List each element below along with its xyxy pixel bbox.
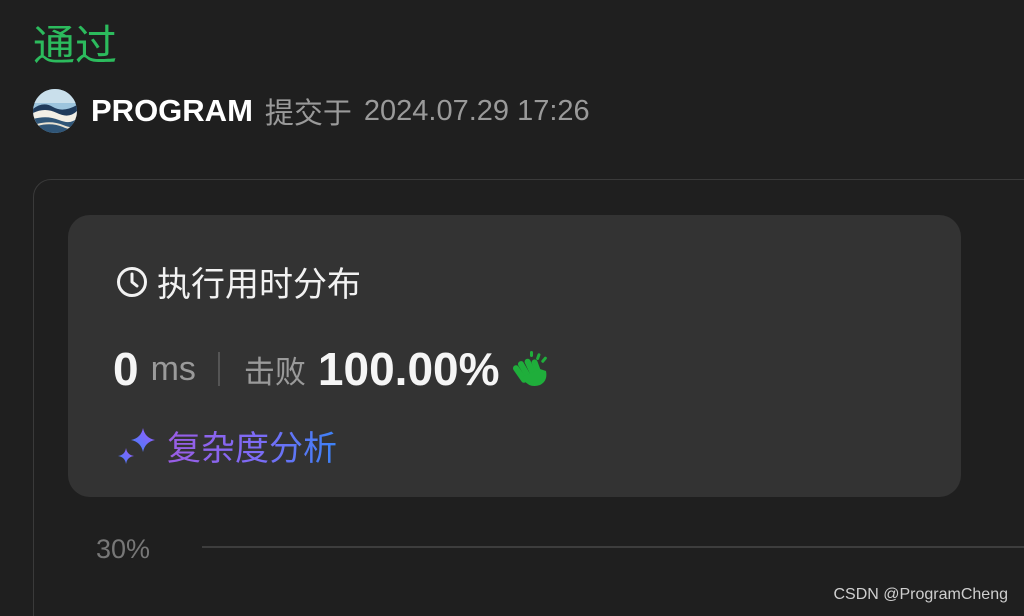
clap-icon — [510, 347, 554, 391]
submitted-at-label: 提交于 — [264, 96, 352, 130]
chart-y-tick-label: 30% — [96, 534, 151, 564]
sparkle-icon — [115, 424, 159, 468]
watermark: CSDN @ProgramCheng — [833, 586, 1008, 603]
submission-info: PROGRAM 提交于 2024.07.29 17:26 — [33, 88, 590, 134]
complexity-analysis-link[interactable]: 复杂度分析 — [115, 421, 337, 470]
avatar-image — [33, 89, 77, 133]
result-status: 通过 — [33, 21, 118, 70]
runtime-card-title: 执行用时分布 — [115, 257, 361, 306]
beat-label: 击败 — [243, 354, 306, 391]
runtime-title-text: 执行用时分布 — [157, 265, 361, 305]
username[interactable]: PROGRAM — [91, 93, 253, 129]
metric-divider — [217, 352, 220, 386]
clock-icon — [115, 265, 149, 299]
avatar[interactable] — [33, 89, 77, 133]
complexity-analysis-label[interactable]: 复杂度分析 — [167, 421, 337, 470]
runtime-value: 0 — [113, 343, 139, 395]
runtime-unit: ms — [150, 349, 196, 388]
runtime-card: 执行用时分布 0 ms 击败 100.00% 复杂度分析 — [68, 215, 961, 497]
runtime-metric: 0 ms 击败 100.00% — [113, 341, 554, 397]
beat-percentage: 100.00% — [317, 343, 500, 395]
chart-grid-line — [202, 546, 1024, 548]
submission-result-page: 通过 PROGRAM 提交于 2024.07.29 17:26 执行用时分布 0… — [0, 0, 1024, 616]
submitted-time: 2024.07.29 17:26 — [363, 94, 590, 127]
